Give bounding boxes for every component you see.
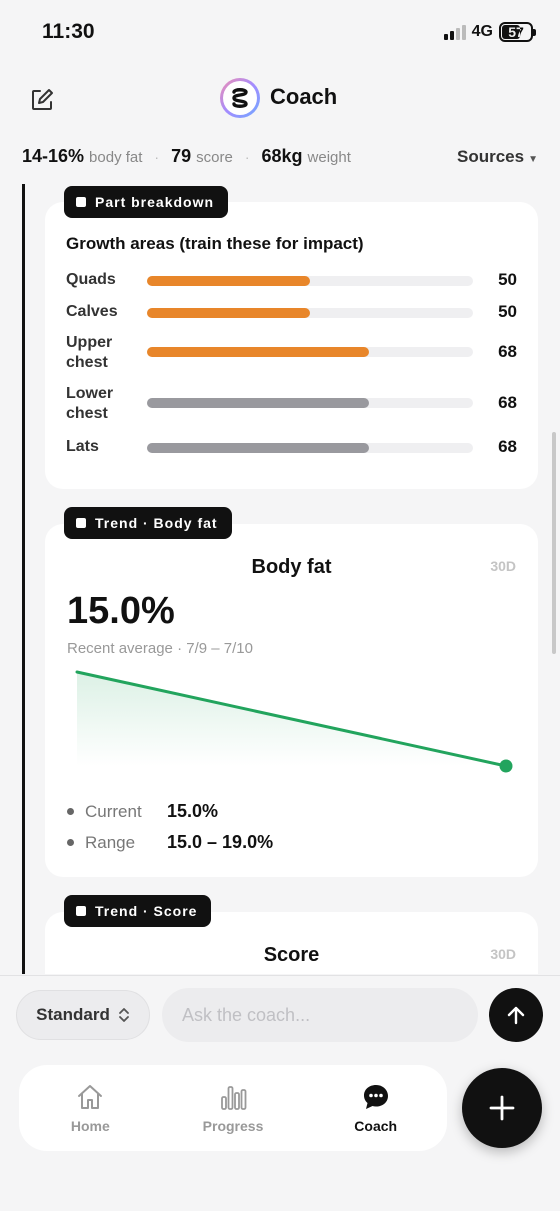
- bar-label: Upper chest: [66, 334, 113, 371]
- bar-value: 50: [498, 270, 517, 289]
- body-fat-trend-card: Body fat 30D 15.0% Recent average · 7/9 …: [45, 524, 538, 877]
- composer-bar: Standard: [0, 975, 560, 1053]
- status-bar: 11:30 4G 57: [0, 0, 560, 64]
- scrollbar[interactable]: [552, 432, 556, 654]
- latest-point[interactable]: [499, 759, 513, 773]
- stats-summary: 14-16% body fat · 79 score · 68kg weight…: [22, 146, 538, 174]
- app-header: Coach: [0, 64, 560, 136]
- body-fat-line-chart: [75, 670, 513, 773]
- part-breakdown-tag: Part breakdown: [64, 186, 229, 218]
- tag-label: Trend · Body fat: [95, 515, 218, 531]
- chevron-up-down-icon: [118, 1008, 129, 1022]
- bar-value: 68: [498, 437, 517, 456]
- coach-logo: [220, 78, 260, 118]
- caret-down-icon: ▼: [528, 154, 538, 165]
- timeline-line: [22, 184, 25, 974]
- range-chip[interactable]: 30D: [490, 558, 516, 574]
- tag-label: Part breakdown: [95, 194, 215, 210]
- sources-dropdown[interactable]: Sources ▼: [457, 147, 538, 167]
- trend-title: Body fat: [251, 556, 332, 578]
- weight-value: 68kg: [261, 146, 303, 166]
- mode-selector[interactable]: Standard: [16, 990, 150, 1040]
- bar-fill: [147, 347, 369, 357]
- growth-areas-title: Growth areas (train these for impact): [66, 234, 364, 253]
- nav-progress[interactable]: Progress: [162, 1065, 305, 1151]
- bar-value: 68: [498, 342, 517, 361]
- send-button[interactable]: [489, 988, 543, 1042]
- range-chip[interactable]: 30D: [490, 946, 516, 962]
- bar-fill: [147, 398, 369, 408]
- trend-body-fat-tag: Trend · Body fat: [64, 507, 232, 539]
- bar-fill: [147, 308, 310, 318]
- plus-icon: [489, 1095, 515, 1121]
- home-icon: [78, 1085, 103, 1109]
- signal-icon: [443, 24, 466, 40]
- bar-value: 50: [498, 302, 517, 321]
- legend-current-label: Current: [85, 801, 142, 821]
- ask-coach-input[interactable]: [162, 988, 478, 1042]
- nav-progress-label: Progress: [202, 1118, 264, 1134]
- recent-average-caption: Recent average · 7/9 – 7/10: [67, 640, 253, 657]
- legend-range: Range 15.0 – 19.0%: [67, 832, 273, 853]
- weight-label: weight: [307, 149, 351, 166]
- bottom-nav: Home Progress Coach: [19, 1065, 447, 1151]
- status-indicators: 4G 57: [443, 22, 536, 42]
- trend-score-tag: Trend · Score: [64, 895, 212, 927]
- bar-label: Calves: [66, 303, 118, 320]
- legend-range-label: Range: [85, 832, 136, 852]
- feed-scroll-area[interactable]: Growth areas (train these for impact) Qu…: [0, 184, 560, 974]
- body-fat-label: body fat: [89, 149, 143, 166]
- nav-home[interactable]: Home: [19, 1065, 162, 1151]
- chat-bubble-icon: [363, 1085, 388, 1109]
- bar-label: Lower chest: [66, 385, 114, 422]
- add-button[interactable]: [462, 1068, 542, 1148]
- status-time: 11:30: [42, 20, 95, 43]
- score-label: score: [196, 149, 233, 166]
- nav-home-label: Home: [70, 1118, 110, 1134]
- arrow-up-icon: [507, 1006, 525, 1025]
- page-title: Coach: [270, 84, 338, 109]
- edit-icon: [32, 89, 53, 110]
- score-value: 79: [171, 146, 192, 166]
- network-type: 4G: [471, 23, 493, 40]
- body-fat-value: 14-16%: [22, 146, 85, 166]
- body-fat-big-value: 15.0%: [67, 590, 175, 632]
- edit-button[interactable]: [28, 86, 56, 114]
- bar-label: Quads: [66, 271, 116, 288]
- sources-label: Sources: [457, 147, 525, 166]
- legend-range-value: 15.0 – 19.0%: [167, 832, 274, 852]
- separator: ·: [154, 149, 160, 165]
- bar-label: Lats: [66, 438, 99, 455]
- battery-icon: 57: [499, 22, 536, 42]
- tag-label: Trend · Score: [95, 903, 198, 919]
- nav-coach-label: Coach: [354, 1118, 398, 1134]
- trend-title: Score: [263, 944, 320, 966]
- bar-chart-icon: [221, 1086, 247, 1110]
- nav-coach[interactable]: Coach: [304, 1065, 447, 1151]
- part-breakdown-card: Growth areas (train these for impact) Qu…: [45, 202, 538, 489]
- bar-fill: [147, 443, 369, 453]
- separator: ·: [244, 149, 250, 165]
- battery-level: 57: [508, 24, 524, 40]
- legend-current: Current 15.0%: [67, 801, 218, 822]
- legend-current-value: 15.0%: [167, 801, 219, 821]
- mode-label: Standard: [36, 1005, 110, 1024]
- bar-value: 68: [498, 393, 517, 412]
- bar-fill: [147, 276, 310, 286]
